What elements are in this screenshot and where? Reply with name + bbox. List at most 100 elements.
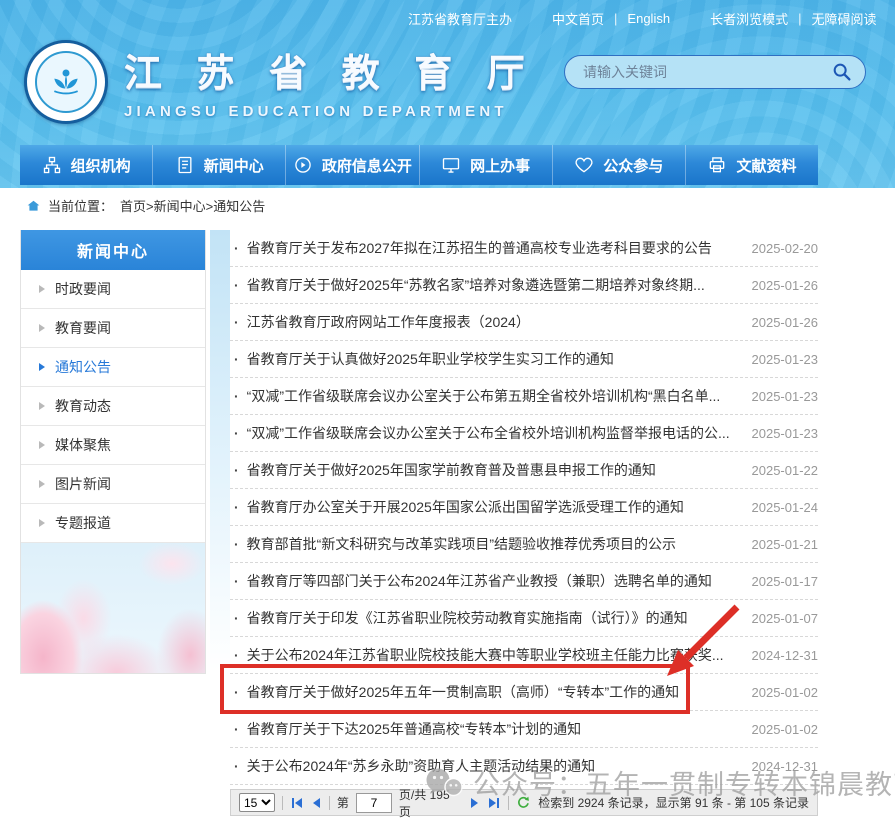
- archive-printer-icon: [707, 155, 727, 175]
- org-chart-icon: [42, 155, 62, 175]
- bullet-icon: ·: [234, 388, 239, 404]
- triangle-icon: [39, 402, 45, 410]
- notice-title[interactable]: 省教育厅关于做好2025年五年一贯制高职（高师）“专转本”工作的通知: [247, 682, 738, 702]
- notice-title[interactable]: 省教育厅关于发布2027年拟在江苏招生的普通高校专业选考科目要求的公告: [247, 238, 738, 258]
- next-page-button[interactable]: [469, 798, 480, 808]
- notice-title[interactable]: 关于公布2024年“苏乡永助”资助育人主题活动结果的通知: [247, 756, 738, 776]
- search-button[interactable]: [831, 61, 853, 83]
- sidebar-header: 新闻中心: [21, 230, 205, 270]
- page-number-input[interactable]: [356, 793, 392, 813]
- triangle-icon: [39, 285, 45, 293]
- breadcrumb: 当前位置： 首页>新闻中心>通知公告: [26, 196, 265, 215]
- nav-item-gov-info[interactable]: 政府信息公开: [286, 145, 419, 185]
- sidebar-item[interactable]: 通知公告: [21, 348, 205, 387]
- notice-row[interactable]: · 关于公布2024年江苏省职业院校技能大赛中等职业学校班主任能力比赛获奖...…: [230, 637, 818, 674]
- record-summary: 检索到 2924 条记录，显示第 91 条 - 第 105 条记录: [538, 794, 809, 811]
- nav-item-documents[interactable]: 文献资料: [686, 145, 818, 185]
- sidebar-item[interactable]: 时政要闻: [21, 270, 205, 309]
- notice-row[interactable]: · 省教育厅关于做好2025年国家学前教育普及普惠县申报工作的通知 2025-0…: [230, 452, 818, 489]
- site-search: [564, 55, 866, 89]
- notice-row[interactable]: · 省教育厅关于发布2027年拟在江苏招生的普通高校专业选考科目要求的公告 20…: [230, 230, 818, 267]
- link-english[interactable]: English: [627, 11, 670, 26]
- nav-item-news-center[interactable]: 新闻中心: [153, 145, 286, 185]
- notice-date: 2025-01-21: [752, 537, 819, 552]
- site-subtitle: JIANGSU EDUCATION DEPARTMENT: [124, 103, 537, 120]
- notice-date: 2025-01-23: [752, 426, 819, 441]
- notice-date: 2025-01-07: [752, 611, 819, 626]
- sidebar-item[interactable]: 媒体聚焦: [21, 426, 205, 465]
- notice-row[interactable]: · 省教育厅办公室关于开展2025年国家公派出国留学选派受理工作的通知 2025…: [230, 489, 818, 526]
- notice-row[interactable]: · 教育部首批“新文科研究与改革实践项目”结题验收推荐优秀项目的公示 2025-…: [230, 526, 818, 563]
- notice-title[interactable]: 省教育厅办公室关于开展2025年国家公派出国留学选派受理工作的通知: [247, 497, 738, 517]
- breadcrumb-path[interactable]: 首页>新闻中心>通知公告: [120, 196, 265, 215]
- sidebar-item[interactable]: 教育要闻: [21, 309, 205, 348]
- bullet-icon: ·: [234, 758, 239, 774]
- notice-date: 2025-01-02: [752, 722, 819, 737]
- link-chinese-home[interactable]: 中文首页: [552, 9, 604, 28]
- notice-row[interactable]: · “双减”工作省级联席会议办公室关于公布第五期全省校外培训机构“黑白名单...…: [230, 378, 818, 415]
- notice-row[interactable]: · 江苏省教育厅政府网站工作年度报表（2024） 2025-01-26: [230, 304, 818, 341]
- bullet-icon: ·: [234, 684, 239, 700]
- sidebar-item-label: 媒体聚焦: [55, 435, 111, 455]
- sidebar-item-label: 图片新闻: [55, 474, 111, 494]
- notice-row[interactable]: · 省教育厅等四部门关于公布2024年江苏省产业教授（兼职）选聘名单的通知 20…: [230, 563, 818, 600]
- notice-title[interactable]: 省教育厅关于印发《江苏省职业院校劳动教育实施指南（试行）》的通知: [247, 608, 738, 628]
- bullet-icon: ·: [234, 573, 239, 589]
- sidebar-news-center: 新闻中心 时政要闻 教育要闻 通知公告: [20, 230, 206, 674]
- top-utility-bar: 江苏省教育厅主办 中文首页 | English 长者浏览模式 | 无障碍阅读: [408, 9, 876, 28]
- triangle-icon: [39, 324, 45, 332]
- notice-date: 2024-12-31: [752, 648, 819, 663]
- notice-date: 2024-12-31: [752, 759, 819, 774]
- refresh-button[interactable]: [516, 795, 531, 810]
- notice-row[interactable]: · “双减”工作省级联席会议办公室关于公布全省校外培训机构监督举报电话的公...…: [230, 415, 818, 452]
- first-page-button[interactable]: [290, 798, 304, 808]
- search-input[interactable]: [581, 63, 831, 81]
- last-page-button[interactable]: [487, 798, 501, 808]
- sidebar-item-label: 时政要闻: [55, 279, 111, 299]
- nav-item-online-service[interactable]: 网上办事: [420, 145, 553, 185]
- nav-item-organization[interactable]: 组织机构: [20, 145, 153, 185]
- notice-date: 2025-01-23: [752, 389, 819, 404]
- site-title: 江 苏 省 教 育 厅: [124, 42, 537, 97]
- pagination-bar: 15 第 页/共 195 页 检索到 2924 条记录，显示第 91 条 - 第…: [230, 789, 818, 816]
- notice-title[interactable]: 省教育厅关于做好2025年国家学前教育普及普惠县申报工作的通知: [247, 460, 738, 480]
- sidebar-item[interactable]: 专题报道: [21, 504, 205, 543]
- notice-title[interactable]: 省教育厅关于认真做好2025年职业学校学生实习工作的通知: [247, 349, 738, 369]
- bullet-icon: ·: [234, 240, 239, 256]
- page-size-select[interactable]: 15: [239, 793, 275, 812]
- notice-title[interactable]: 省教育厅关于做好2025年“苏教名家”培养对象遴选暨第二期培养对象终期...: [247, 275, 738, 295]
- notice-list: · 省教育厅关于发布2027年拟在江苏招生的普通高校专业选考科目要求的公告 20…: [230, 230, 818, 785]
- link-host-site[interactable]: 江苏省教育厅主办: [408, 9, 512, 28]
- notice-date: 2025-01-23: [752, 352, 819, 367]
- notice-row[interactable]: · 省教育厅关于做好2025年五年一贯制高职（高师）“专转本”工作的通知 202…: [230, 674, 818, 711]
- bullet-icon: ·: [234, 462, 239, 478]
- notice-date: 2025-01-26: [752, 278, 819, 293]
- bullet-icon: ·: [234, 647, 239, 663]
- notice-title[interactable]: “双减”工作省级联席会议办公室关于公布全省校外培训机构监督举报电话的公...: [247, 423, 738, 443]
- info-disclosure-icon: [293, 155, 313, 175]
- prev-page-button[interactable]: [311, 798, 322, 808]
- divider: |: [614, 11, 617, 26]
- notice-title[interactable]: 省教育厅等四部门关于公布2024年江苏省产业教授（兼职）选聘名单的通知: [247, 571, 738, 591]
- notice-title[interactable]: 江苏省教育厅政府网站工作年度报表（2024）: [247, 312, 738, 332]
- bullet-icon: ·: [234, 536, 239, 552]
- notice-row[interactable]: · 省教育厅关于下达2025年普通高校“专转本”计划的通知 2025-01-02: [230, 711, 818, 748]
- sidebar-item[interactable]: 教育动态: [21, 387, 205, 426]
- department-logo[interactable]: [24, 40, 108, 124]
- nav-item-public-participation[interactable]: 公众参与: [553, 145, 686, 185]
- notice-row[interactable]: · 省教育厅关于认真做好2025年职业学校学生实习工作的通知 2025-01-2…: [230, 341, 818, 378]
- site-header: 江 苏 省 教 育 厅 JIANGSU EDUCATION DEPARTMENT: [24, 40, 537, 124]
- link-accessibility[interactable]: 无障碍阅读: [811, 9, 876, 28]
- notice-row[interactable]: · 省教育厅关于做好2025年“苏教名家”培养对象遴选暨第二期培养对象终期...…: [230, 267, 818, 304]
- notice-title[interactable]: 关于公布2024年江苏省职业院校技能大赛中等职业学校班主任能力比赛获奖...: [247, 645, 738, 665]
- sidebar-item[interactable]: 图片新闻: [21, 465, 205, 504]
- notice-row[interactable]: · 关于公布2024年“苏乡永助”资助育人主题活动结果的通知 2024-12-3…: [230, 748, 818, 785]
- notice-title[interactable]: “双减”工作省级联席会议办公室关于公布第五期全省校外培训机构“黑白名单...: [247, 386, 738, 406]
- notice-title[interactable]: 教育部首批“新文科研究与改革实践项目”结题验收推荐优秀项目的公示: [247, 534, 738, 554]
- main-nav: 组织机构 新闻中心 政府信息公开 网上办事 公众参与: [20, 145, 818, 185]
- lotus-icon: [46, 62, 86, 102]
- news-document-icon: [175, 155, 195, 175]
- notice-title[interactable]: 省教育厅关于下达2025年普通高校“专转本”计划的通知: [247, 719, 738, 739]
- notice-row[interactable]: · 省教育厅关于印发《江苏省职业院校劳动教育实施指南（试行）》的通知 2025-…: [230, 600, 818, 637]
- link-elder-mode[interactable]: 长者浏览模式: [710, 9, 788, 28]
